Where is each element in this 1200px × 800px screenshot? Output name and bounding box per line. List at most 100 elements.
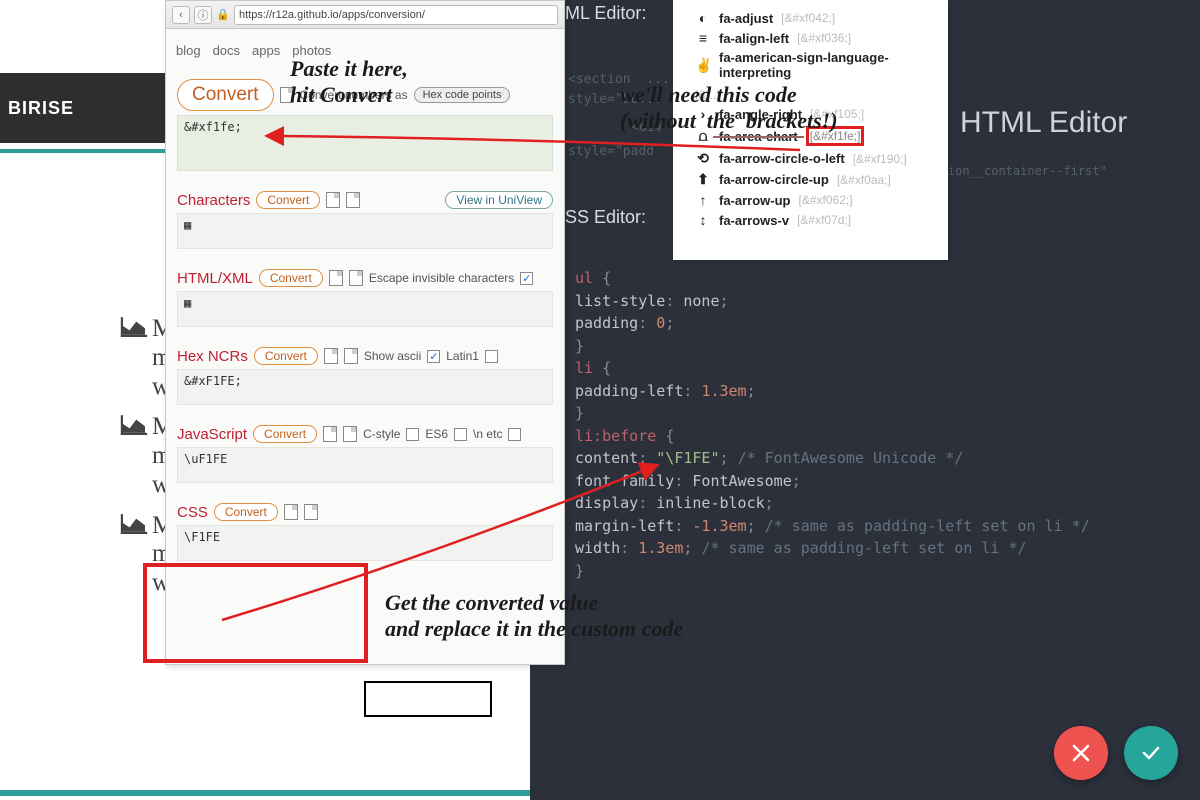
copy-icon[interactable] [280,87,294,103]
file-icon[interactable] [349,270,363,286]
javascript-section: JavaScript Convert C-style ES6 \n etc \u… [172,420,558,488]
htmlxml-output[interactable]: ▦ [177,291,553,327]
fa-list-item[interactable]: ⬆fa-arrow-circle-up[&#xf0aa;] [695,171,940,188]
check-icon [1139,741,1163,765]
es6-checkbox[interactable] [454,428,467,441]
back-button[interactable]: ‹ [172,6,190,24]
fa-name-label: fa-angle-right [719,107,802,122]
fa-name-label: fa-align-left [719,31,789,46]
fa-glyph-icon: ≡ [695,30,711,46]
bg-code-line: style="padd [568,144,654,159]
bg-code-line: style="bu... [568,92,662,107]
fa-name-label: fa-arrow-circle-up [719,172,829,187]
fa-name-label: fa-arrow-circle-o-left [719,151,845,166]
css-editor-code[interactable]: ul { list-style: none; padding: 0;}li { … [575,267,1090,582]
fa-list-item[interactable]: ◐ fa-adjust [&#xf042;] [695,10,940,26]
fa-list-item[interactable]: ↑fa-arrow-up[&#xf062;] [695,192,940,208]
nav-photos[interactable]: photos [292,43,331,58]
fa-glyph-icon: ⬆ [695,171,711,188]
thumbnail-frame [364,681,492,717]
fa-glyph-icon: ◐ [695,10,711,26]
copy-icon[interactable] [324,348,338,364]
fa-code-label: [&#xf190;] [853,152,907,166]
cstyle-label: C-style [363,427,400,441]
area-chart-icon [120,315,148,337]
cancel-button[interactable] [1054,726,1108,780]
main-convert-section: Convert Convert numbers as Hex code poin… [172,74,558,176]
copy-icon[interactable] [284,504,298,520]
file-icon[interactable] [343,426,357,442]
fa-name-label: fa-arrows-v [719,213,789,228]
birise-logo: BIRISE [0,73,166,143]
etc-label: \n etc [473,427,502,441]
fa-list-item[interactable]: ⩍ fa-area-chart [&#xf1fe;] [695,126,940,146]
teal-divider [0,149,166,153]
javascript-output[interactable]: \uF1FE [177,447,553,483]
characters-section: Characters Convert View in UniView ▦ [172,186,558,254]
nav-blog[interactable]: blog [176,43,201,58]
show-ascii-checkbox[interactable] [427,350,440,363]
confirm-button[interactable] [1124,726,1178,780]
fa-name-label: fa-adjust [719,11,773,26]
top-nav-red [166,29,564,41]
fa-name-label: fa-area-chart [719,129,798,144]
area-chart-icon [120,512,148,534]
characters-output[interactable]: ▦ [177,213,553,249]
copy-icon[interactable] [326,192,340,208]
fa-glyph-icon: › [695,106,711,122]
file-icon[interactable] [344,348,358,364]
hexncr-output[interactable]: &#xF1FE; [177,369,553,405]
area-chart-icon [120,413,148,435]
copy-icon[interactable] [323,426,337,442]
latin1-label: Latin1 [446,349,479,363]
html-editor-label: ML Editor: [565,3,670,24]
hexncr-section: Hex NCRs Convert Show ascii Latin1 &#xF1… [172,342,558,410]
fa-code-label: [&...] [695,88,720,102]
html-editor-heading: HTML Editor [960,106,1127,140]
show-ascii-label: Show ascii [364,349,421,363]
info-button[interactable]: ⓘ [194,6,212,24]
escape-invisible-label: Escape invisible characters [369,271,514,285]
fa-list-item[interactable]: ↕fa-arrows-v[&#xf07d;] [695,212,940,228]
fa-list-item[interactable]: ›fa-angle-right[&#xf105;] [695,106,940,122]
fa-code-label: [&#xf1fe;] [806,126,865,146]
main-input-box[interactable]: &#xf1fe; [177,115,553,171]
cstyle-checkbox[interactable] [406,428,419,441]
view-in-uniview-button[interactable]: View in UniView [445,191,553,209]
fa-list-item[interactable]: ⟲fa-arrow-circle-o-left[&#xf190;] [695,150,940,167]
es6-label: ES6 [425,427,448,441]
css-output[interactable]: \F1FE [177,525,553,561]
fa-glyph-icon: ↕ [695,212,711,228]
css-title: CSS [177,504,208,521]
fa-glyph-icon: ⩍ [695,128,711,145]
convert-button-main[interactable]: Convert [177,79,274,111]
file-icon[interactable] [304,504,318,520]
fa-list-item[interactable]: ✌fa-american-sign-language-interpreting[… [695,50,940,102]
fa-list-item[interactable]: ≡ fa-align-left [&#xf036;] [695,30,940,46]
nav-row: blog docs apps photos [166,41,564,64]
fa-code-label: [&#xf042;] [781,11,835,25]
address-bar: ‹ ⓘ 🔒 https://r12a.github.io/apps/conver… [166,1,564,29]
url-field[interactable]: https://r12a.github.io/apps/conversion/ [234,5,558,25]
lock-icon: 🔒 [216,8,230,22]
javascript-convert-button[interactable]: Convert [253,425,317,443]
latin1-checkbox[interactable] [485,350,498,363]
javascript-title: JavaScript [177,426,247,443]
etc-checkbox[interactable] [508,428,521,441]
hexncr-title: Hex NCRs [177,348,248,365]
escape-invisible-checkbox[interactable] [520,272,533,285]
copy-icon[interactable] [329,270,343,286]
fa-code-label: [&#xf062;] [799,193,853,207]
hex-code-points-button[interactable]: Hex code points [414,87,511,103]
css-editor-label: SS Editor: [565,207,655,228]
nav-docs[interactable]: docs [213,43,240,58]
nav-apps[interactable]: apps [252,43,280,58]
hexncr-convert-button[interactable]: Convert [254,347,318,365]
css-convert-button[interactable]: Convert [214,503,278,521]
file-icon[interactable] [346,192,360,208]
fa-code-label: [&#xf036;] [797,31,851,45]
characters-convert-button[interactable]: Convert [256,191,320,209]
fa-name-label: fa-arrow-up [719,193,791,208]
htmlxml-title: HTML/XML [177,270,253,287]
htmlxml-convert-button[interactable]: Convert [259,269,323,287]
